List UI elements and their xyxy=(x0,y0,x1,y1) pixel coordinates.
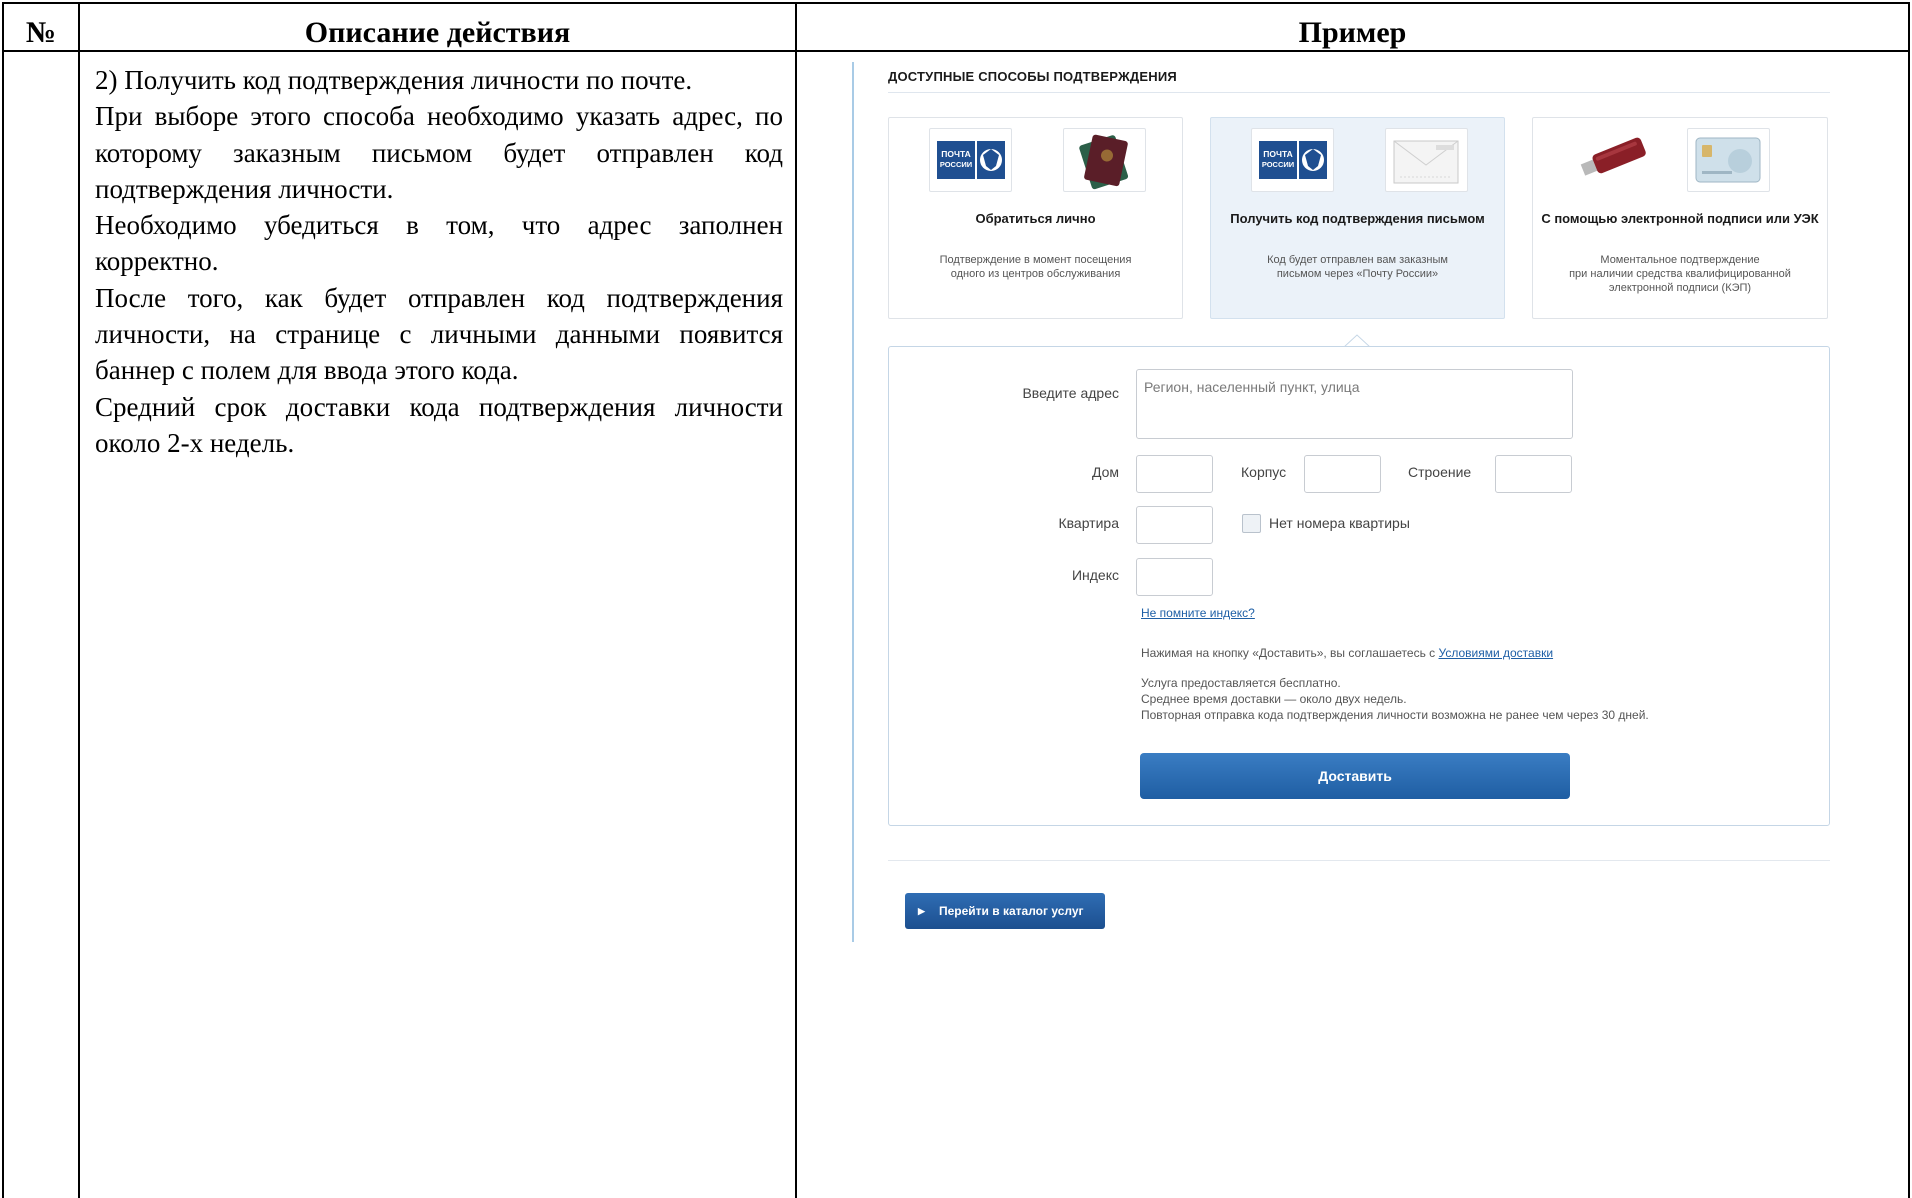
index-input[interactable] xyxy=(1136,558,1213,596)
post-russia-logo: ПОЧТА РОССИИ xyxy=(1251,128,1334,192)
house-label: Дом xyxy=(1091,464,1119,480)
address-label: Введите адрес xyxy=(1022,385,1119,401)
terms-line: Нажимая на кнопку «Доставить», вы соглаш… xyxy=(1141,646,1553,660)
post-russia-logo-icon: ПОЧТА РОССИИ xyxy=(1259,141,1327,179)
header-row-divider xyxy=(2,50,1910,52)
catalog-button-label: Перейти в каталог услуг xyxy=(939,904,1084,918)
table-left-border xyxy=(2,2,4,1198)
method-desc-line: электронной подписи (КЭП) xyxy=(1608,282,1752,294)
method-card-e-signature[interactable]: С помощью электронной подписи или УЭК Мо… xyxy=(1532,117,1828,319)
post-russia-logo: ПОЧТА РОССИИ xyxy=(929,128,1012,192)
address-placeholder: Регион, населенный пункт, улица xyxy=(1144,379,1360,395)
method-description: Моментальное подтверждение при наличии с… xyxy=(1533,253,1827,295)
header-example: Пример xyxy=(1298,16,1407,49)
info-free: Услуга предоставляется бесплатно. xyxy=(1141,676,1341,690)
svg-text:РОССИИ: РОССИИ xyxy=(1262,160,1294,169)
building-label: Строение xyxy=(1408,464,1472,480)
header-number: № xyxy=(25,16,57,49)
table-right-border xyxy=(1908,2,1910,1198)
section-divider xyxy=(888,92,1830,93)
house-input[interactable] xyxy=(1136,455,1213,493)
method-desc-line: одного из центров обслуживания xyxy=(950,268,1121,280)
envelope-icon xyxy=(1393,140,1459,184)
description-paragraph: Необходимо убедиться в том, что адрес за… xyxy=(95,210,783,277)
header-description: Описание действия xyxy=(304,16,571,49)
description-paragraph: При выборе этого способа необходимо указ… xyxy=(95,101,783,204)
bottom-divider xyxy=(888,860,1830,861)
method-desc-line: письмом через «Почту России» xyxy=(1276,268,1439,280)
apartment-label: Квартира xyxy=(1058,515,1119,531)
forgot-index-link[interactable]: Не помните индекс? xyxy=(1141,606,1255,620)
korpus-input[interactable] xyxy=(1304,455,1381,493)
play-arrow-icon: ▶ xyxy=(918,906,925,916)
terms-text: Нажимая на кнопку «Доставить», вы соглаш… xyxy=(1141,646,1436,660)
method-card-by-mail[interactable]: ПОЧТА РОССИИ Получить код подтверждения … xyxy=(1210,117,1505,319)
method-description: Код будет отправлен вам заказным письмом… xyxy=(1211,253,1504,281)
description-text: 2) Получить код подтверждения личности п… xyxy=(95,62,783,461)
method-card-in-person[interactable]: ПОЧТА РОССИИ Обратиться лично Подтвержде… xyxy=(888,117,1183,319)
method-desc-line: Моментальное подтверждение xyxy=(1600,254,1760,266)
passport-icon xyxy=(1079,134,1129,190)
example-screenshot: ДОСТУПНЫЕ СПОСОБЫ ПОДТВЕРЖДЕНИЯ ПОЧТА РО… xyxy=(852,58,1852,944)
no-apartment-label: Нет номера квартиры xyxy=(1269,515,1410,531)
no-apartment-checkbox[interactable] xyxy=(1242,514,1261,533)
apartment-input[interactable] xyxy=(1136,506,1213,544)
screenshot-left-border xyxy=(852,62,854,942)
svg-text:ПОЧТА: ПОЧТА xyxy=(1263,149,1293,159)
description-paragraph: Средний срок доставки кода подтверждения… xyxy=(95,391,783,458)
svg-text:РОССИИ: РОССИИ xyxy=(940,160,972,169)
info-delivery-time: Среднее время доставки — около двух неде… xyxy=(1141,692,1407,706)
envelope-image xyxy=(1385,128,1468,192)
method-title: Получить код подтверждения письмом xyxy=(1230,211,1485,226)
method-title: С помощью электронной подписи или УЭК xyxy=(1541,211,1819,226)
svg-text:ПОЧТА: ПОЧТА xyxy=(941,149,971,159)
description-paragraph: После того, как будет отправлен код подт… xyxy=(95,282,783,386)
column-divider-1 xyxy=(78,2,80,1198)
column-divider-2 xyxy=(795,2,797,1198)
korpus-label: Корпус xyxy=(1241,464,1287,480)
terms-link[interactable]: Условиями доставки xyxy=(1439,646,1554,660)
passport-image xyxy=(1063,128,1146,192)
uek-card-icon xyxy=(1695,137,1761,183)
method-title: Обратиться лично xyxy=(975,211,1096,226)
method-description: Подтверждение в момент посещения одного … xyxy=(889,253,1182,281)
usb-token-image xyxy=(1573,128,1654,190)
catalog-button[interactable]: ▶ Перейти в каталог услуг xyxy=(905,893,1105,929)
method-desc-line: при наличии средства квалифицированной xyxy=(1569,268,1791,280)
address-form: Введите адрес Регион, населенный пункт, … xyxy=(888,346,1830,826)
info-resend: Повторная отправка кода подтверждения ли… xyxy=(1141,708,1649,722)
usb-token-icon xyxy=(1580,137,1646,176)
uek-card-image xyxy=(1687,128,1770,192)
section-title: ДОСТУПНЫЕ СПОСОБЫ ПОДТВЕРЖДЕНИЯ xyxy=(888,69,1177,84)
address-input[interactable]: Регион, населенный пункт, улица xyxy=(1136,369,1573,439)
instruction-table: № Описание действия Пример 2) Получить к… xyxy=(2,2,1910,1198)
deliver-button[interactable]: Доставить xyxy=(1140,753,1570,799)
method-desc-line: Код будет отправлен вам заказным xyxy=(1267,254,1448,266)
method-desc-line: Подтверждение в момент посещения xyxy=(939,254,1132,266)
post-russia-logo-icon: ПОЧТА РОССИИ xyxy=(937,141,1005,179)
index-label: Индекс xyxy=(1071,567,1119,583)
building-input[interactable] xyxy=(1495,455,1572,493)
table-top-border xyxy=(2,2,1910,4)
description-paragraph: 2) Получить код подтверждения личности п… xyxy=(95,65,693,95)
